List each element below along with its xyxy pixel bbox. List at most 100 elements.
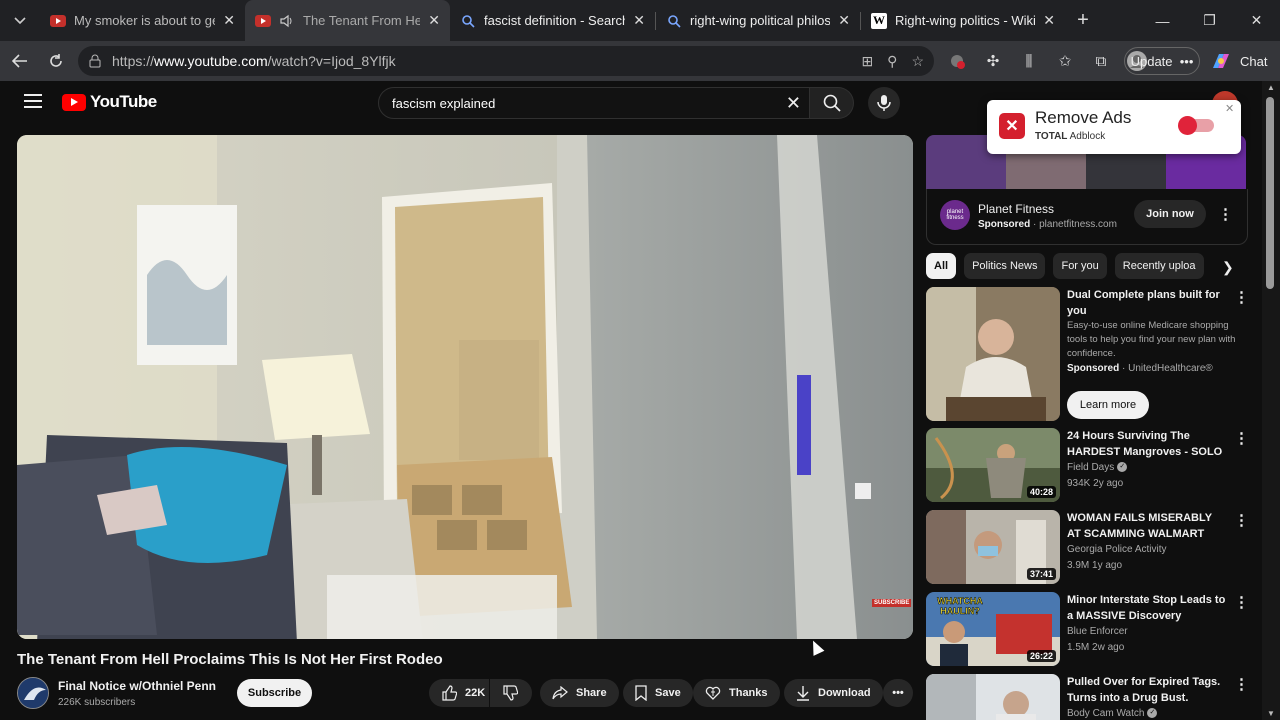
dislike-button[interactable] bbox=[490, 679, 532, 707]
channel-avatar[interactable] bbox=[17, 677, 49, 709]
browser-update-button[interactable]: Update ••• bbox=[1124, 47, 1200, 75]
close-tab-icon[interactable]: ✕ bbox=[838, 12, 850, 29]
recommendation-item[interactable]: 40:28 24 Hours Surviving The HARDEST Man… bbox=[926, 428, 1249, 504]
menu-icon[interactable] bbox=[24, 94, 42, 108]
sponsored-recommendation[interactable]: Dual Complete plans built for you Easy-t… bbox=[926, 287, 1249, 423]
recommendation-item[interactable]: Pulled Over for Expired Tags. Turns into… bbox=[926, 674, 1248, 720]
close-window-icon[interactable]: ✕ bbox=[1233, 0, 1280, 41]
close-popup-icon[interactable]: ✕ bbox=[1225, 102, 1234, 115]
rec-title[interactable]: WOMAN FAILS MISERABLY AT SCAMMING WALMAR… bbox=[1067, 510, 1227, 542]
ad-card: planet fitness Planet Fitness Sponsored … bbox=[926, 189, 1248, 245]
clear-search-icon[interactable]: ✕ bbox=[786, 93, 801, 114]
video-thumbnail[interactable]: 37:41 bbox=[926, 510, 1060, 584]
share-button[interactable]: Share bbox=[540, 679, 619, 707]
restore-icon[interactable]: ❐ bbox=[1186, 0, 1233, 41]
collections-icon[interactable]: ⧉ bbox=[1088, 48, 1114, 74]
scroll-down-icon[interactable]: ▼ bbox=[1267, 709, 1275, 718]
chip-recently-uploaded[interactable]: Recently uploa bbox=[1114, 253, 1204, 279]
tab-right-wing-philosophy[interactable]: right-wing political philosop ✕ bbox=[656, 0, 860, 41]
zoom-icon[interactable]: ⚲ bbox=[887, 53, 897, 70]
rec-channel[interactable]: Blue Enforcer bbox=[1067, 624, 1128, 640]
thanks-button[interactable]: Thanks bbox=[693, 679, 780, 707]
adblock-popup: ✕ Remove Ads TOTAL Adblock ✕ bbox=[987, 100, 1241, 154]
rec-more-icon[interactable]: ⋮ bbox=[1234, 593, 1249, 611]
video-thumbnail[interactable]: 40:28 bbox=[926, 428, 1060, 502]
minimize-icon[interactable]: — bbox=[1139, 0, 1186, 41]
chip-politics-news[interactable]: Politics News bbox=[964, 253, 1046, 279]
window-controls: — ❐ ✕ bbox=[1139, 0, 1280, 41]
adblock-toggle[interactable] bbox=[1178, 116, 1214, 135]
download-button[interactable]: Download bbox=[784, 679, 883, 707]
more-actions-button[interactable]: ••• bbox=[883, 679, 913, 707]
tab-title: fascist definition - Search bbox=[484, 13, 626, 28]
page-scrollbar[interactable]: ▲ ▼ bbox=[1262, 81, 1280, 720]
favorites-icon[interactable]: ✩ bbox=[1052, 48, 1078, 74]
youtube-page: YouTube fascism explained ✕ SUBSCRIBE Th… bbox=[0, 81, 1280, 720]
search-icon bbox=[666, 13, 682, 29]
planet-fitness-logo[interactable]: planet fitness bbox=[940, 200, 970, 230]
voice-search-button[interactable] bbox=[868, 87, 900, 119]
adblock-extension-icon[interactable] bbox=[944, 48, 970, 74]
rec-channel[interactable]: Field Days ✓ bbox=[1067, 460, 1128, 476]
chevron-right-icon[interactable]: ❯ bbox=[1222, 259, 1234, 276]
video-player[interactable]: SUBSCRIBE bbox=[17, 135, 913, 639]
new-tab-button[interactable]: + bbox=[1065, 9, 1101, 32]
rec-description: Easy-to-use online Medicare shopping too… bbox=[1067, 320, 1236, 359]
channel-name: Body Cam Watch bbox=[1067, 708, 1145, 719]
tab-youtube-smoker[interactable]: My smoker is about to get a ✕ bbox=[40, 0, 245, 41]
video-thumbnail[interactable]: WHATCHA HAULIN? 26:22 bbox=[926, 592, 1060, 666]
join-now-button[interactable]: Join now bbox=[1134, 200, 1206, 228]
rec-more-icon[interactable]: ⋮ bbox=[1234, 429, 1249, 447]
tab-youtube-tenant[interactable]: The Tenant From Hell P ✕ bbox=[245, 0, 450, 41]
learn-more-button[interactable]: Learn more bbox=[1067, 391, 1149, 419]
url-host: www.youtube.com bbox=[154, 53, 268, 69]
save-button[interactable]: Save bbox=[623, 679, 693, 707]
subscribe-button[interactable]: Subscribe bbox=[237, 679, 312, 707]
scroll-up-icon[interactable]: ▲ bbox=[1267, 83, 1275, 92]
video-thumbnail[interactable] bbox=[926, 674, 1060, 720]
close-tab-icon[interactable]: ✕ bbox=[1043, 12, 1055, 29]
rec-title[interactable]: Dual Complete plans built for you bbox=[1067, 287, 1227, 319]
audio-playing-icon[interactable] bbox=[279, 13, 295, 29]
rec-title[interactable]: Minor Interstate Stop Leads to a MASSIVE… bbox=[1067, 592, 1227, 624]
split-screen-icon[interactable]: ⫼ bbox=[1016, 48, 1042, 74]
rec-more-icon[interactable]: ⋮ bbox=[1234, 288, 1249, 306]
video-thumbnail[interactable] bbox=[926, 287, 1060, 421]
rec-title[interactable]: Pulled Over for Expired Tags. Turns into… bbox=[1067, 674, 1227, 706]
like-count: 22K bbox=[465, 687, 486, 699]
like-button[interactable]: 22K bbox=[429, 679, 489, 707]
recommendation-item[interactable]: WHATCHA HAULIN? 26:22 Minor Interstate S… bbox=[926, 592, 1249, 668]
close-tab-icon[interactable]: ✕ bbox=[633, 12, 645, 29]
app-available-icon[interactable]: ⊞ bbox=[861, 53, 873, 70]
recommendation-item[interactable]: 37:41 WOMAN FAILS MISERABLY AT SCAMMING … bbox=[926, 510, 1249, 586]
site-info-icon[interactable] bbox=[88, 54, 102, 68]
ad-name[interactable]: Planet Fitness bbox=[978, 202, 1054, 216]
tab-wikipedia[interactable]: W Right-wing politics - Wikipe ✕ bbox=[861, 0, 1065, 41]
youtube-logo[interactable]: YouTube bbox=[62, 92, 157, 112]
rec-channel[interactable]: Georgia Police Activity bbox=[1067, 542, 1167, 558]
close-tab-icon[interactable]: ✕ bbox=[223, 12, 235, 29]
tab-actions-menu[interactable] bbox=[0, 0, 40, 41]
chip-for-you[interactable]: For you bbox=[1053, 253, 1107, 279]
subscribe-watermark[interactable]: SUBSCRIBE bbox=[872, 599, 912, 607]
back-button[interactable] bbox=[2, 41, 38, 81]
tab-fascist-definition[interactable]: fascist definition - Search ✕ bbox=[450, 0, 655, 41]
close-tab-icon[interactable]: ✕ bbox=[428, 12, 440, 29]
search-input[interactable]: fascism explained ✕ bbox=[378, 87, 810, 119]
favorite-star-icon[interactable]: ☆ bbox=[911, 53, 924, 70]
search-button[interactable] bbox=[810, 87, 854, 119]
copilot-chat-button[interactable]: Chat bbox=[1210, 47, 1267, 75]
chip-all[interactable]: All bbox=[926, 253, 957, 279]
rec-channel[interactable]: Body Cam Watch ✓ bbox=[1067, 706, 1158, 720]
extensions-puzzle-icon[interactable]: ✣ bbox=[980, 48, 1006, 74]
super-thanks-icon bbox=[705, 686, 721, 700]
address-bar[interactable]: https://www.youtube.com/watch?v=Ijod_8Yl… bbox=[78, 46, 934, 76]
rec-more-icon[interactable]: ⋮ bbox=[1234, 675, 1248, 693]
refresh-button[interactable] bbox=[38, 41, 74, 81]
scrollbar-thumb[interactable] bbox=[1266, 97, 1274, 289]
advertiser-name: UnitedHealthcare® bbox=[1128, 363, 1213, 374]
ad-more-icon[interactable]: ⋮ bbox=[1218, 205, 1233, 223]
rec-title[interactable]: 24 Hours Surviving The HARDEST Mangroves… bbox=[1067, 428, 1227, 460]
channel-name[interactable]: Final Notice w/Othniel Penn bbox=[58, 679, 216, 693]
rec-more-icon[interactable]: ⋮ bbox=[1234, 511, 1249, 529]
